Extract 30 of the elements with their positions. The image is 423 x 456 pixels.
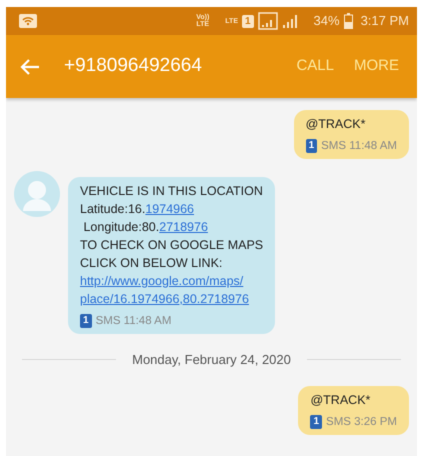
message-text: @TRACK* <box>310 392 370 408</box>
message-meta: SMS 11:48 AM <box>96 314 172 329</box>
message-text: CLICK ON BELOW LINK: <box>80 255 222 272</box>
avatar-icon <box>14 171 60 217</box>
message-meta: SMS 3:26 PM <box>326 414 397 430</box>
date-divider: Monday, February 24, 2020 <box>132 351 291 369</box>
sim-badge: 1 <box>242 14 254 28</box>
message-text: Latitude:16. <box>80 201 146 218</box>
message-link[interactable]: http://www.google.com/maps/ <box>80 272 244 290</box>
message-text: TO CHECK ON GOOGLE MAPS <box>80 237 264 254</box>
message-link[interactable]: place/16.1974966,80.2718976 <box>80 290 249 308</box>
clock: 3:17 PM <box>360 12 409 30</box>
message-text: VEHICLE IS IN THIS LOCATION <box>80 183 263 200</box>
contact-number: +918096492664 <box>64 54 203 78</box>
call-button[interactable]: CALL <box>290 51 340 82</box>
message-link[interactable]: 2718976 <box>159 218 208 236</box>
message-meta: SMS 11:48 AM <box>321 139 397 154</box>
back-arrow-icon[interactable] <box>20 58 40 76</box>
signal-icon <box>282 13 298 29</box>
message-text: @TRACK* <box>306 116 366 133</box>
more-button[interactable]: MORE <box>348 51 405 82</box>
sim-badge: 1 <box>310 414 322 428</box>
sim-badge: 1 <box>80 314 92 328</box>
battery-icon <box>344 13 353 29</box>
message-link[interactable]: 1974966 <box>145 200 194 218</box>
sim-badge: 1 <box>306 139 318 153</box>
message-text: Longitude:80. <box>82 219 160 236</box>
battery-percent: 34% <box>314 12 340 30</box>
message-notification-icon <box>18 13 38 29</box>
signal-icon <box>258 12 278 30</box>
